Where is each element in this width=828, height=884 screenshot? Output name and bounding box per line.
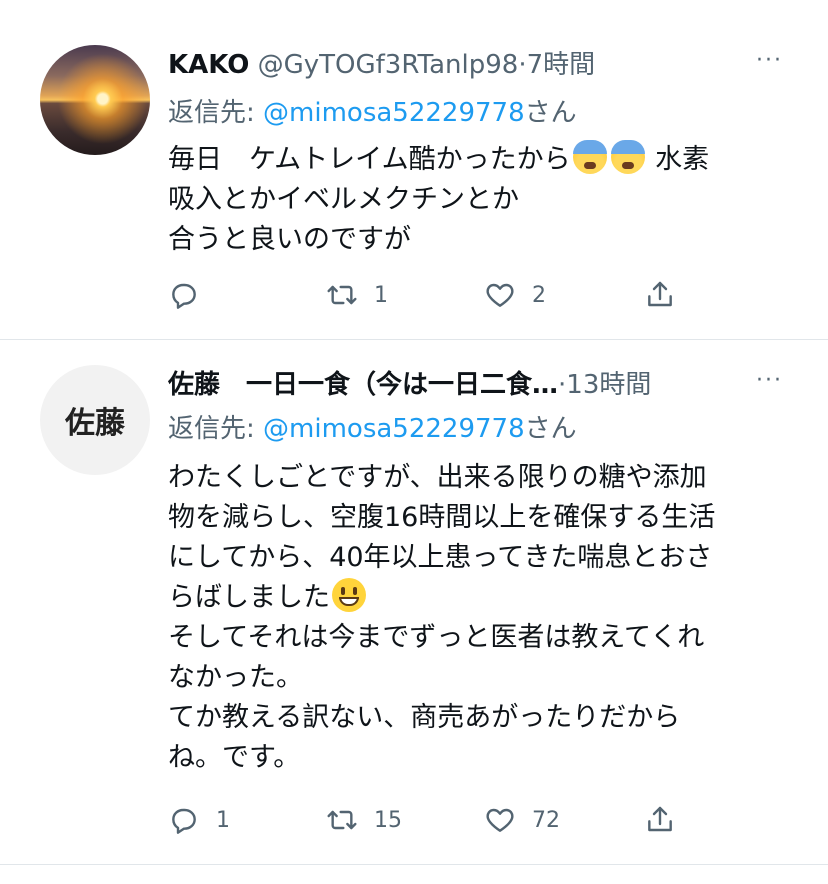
mention-link[interactable]: @mimosa52229778 xyxy=(263,414,525,444)
tweet-header: 佐藤 一日一食（今は一日二食…·13時間 xyxy=(168,364,651,401)
retweet-count: 1 xyxy=(374,282,388,308)
reply-button[interactable] xyxy=(168,275,216,315)
retweet-button[interactable]: 1 xyxy=(326,275,388,315)
share-button[interactable] xyxy=(644,800,676,840)
like-button[interactable]: 72 xyxy=(484,800,560,840)
reply-to-label: 返信先: xyxy=(168,98,264,128)
divider xyxy=(0,339,828,340)
grinning-face-emoji-icon xyxy=(332,578,366,612)
like-count: 72 xyxy=(532,807,560,833)
user-handle[interactable]: @GyTOGf3RTanlp98 xyxy=(258,50,519,80)
body-line: わたくしごとですが、出来る限りの糖や添加 xyxy=(168,462,707,493)
timestamp[interactable]: 13時間 xyxy=(566,370,651,400)
reply-to-suffix: さん xyxy=(524,414,577,444)
fearful-face-emoji-icon xyxy=(572,140,607,174)
share-icon xyxy=(648,806,672,832)
avatar[interactable] xyxy=(40,45,150,155)
heart-icon xyxy=(486,808,514,832)
tweet-header: KAKO @GyTOGf3RTanlp98·7時間 xyxy=(168,44,595,81)
body-line: 物を減らし、空腹16時間以上を確保する生活 xyxy=(168,502,716,533)
body-line: にしてから、40年以上患ってきた喘息とおさ xyxy=(168,542,713,573)
reply-icon xyxy=(172,808,196,834)
reply-to-suffix: さん xyxy=(524,98,577,128)
reply-to: 返信先: @mimosa52229778さん xyxy=(168,408,577,445)
divider xyxy=(0,864,828,865)
reply-button[interactable]: 1 xyxy=(168,800,230,840)
retweet-button[interactable]: 15 xyxy=(326,800,402,840)
mention-link[interactable]: @mimosa52229778 xyxy=(263,98,525,128)
reply-count: 1 xyxy=(216,807,230,833)
share-icon xyxy=(648,281,672,307)
retweet-count: 15 xyxy=(374,807,402,833)
more-options-icon[interactable]: ··· xyxy=(756,48,783,73)
retweet-icon xyxy=(327,285,357,305)
display-name[interactable]: 佐藤 一日一食（今は一日二食… xyxy=(168,370,558,400)
body-line: てか教える訳ない、商売あがったりだから xyxy=(168,702,681,733)
reply-to-label: 返信先: xyxy=(168,414,264,444)
reply-icon xyxy=(172,283,196,309)
tweet-body: わたくしごとですが、出来る限りの糖や添加 物を減らし、空腹16時間以上を確保する… xyxy=(168,458,715,778)
body-line: ね。です。 xyxy=(168,742,301,773)
timestamp[interactable]: 7時間 xyxy=(527,50,596,80)
heart-icon xyxy=(486,283,514,307)
body-line: 吸入とかイベルメクチンとか xyxy=(168,184,519,215)
display-name[interactable]: KAKO xyxy=(168,50,249,80)
separator-dot: · xyxy=(518,50,527,80)
tweet-1[interactable]: KAKO @GyTOGf3RTanlp98·7時間 ··· 返信先: @mimo… xyxy=(0,0,828,339)
reply-to: 返信先: @mimosa52229778さん xyxy=(168,92,577,129)
body-line: 水素 xyxy=(655,144,710,175)
more-options-icon[interactable]: ··· xyxy=(756,368,783,393)
like-count: 2 xyxy=(532,282,546,308)
tweet-body: 毎日 ケムトレイム酷かったから 水素 吸入とかイベルメクチンとか 合うと良いので… xyxy=(168,140,709,260)
like-button[interactable]: 2 xyxy=(484,275,546,315)
share-button[interactable] xyxy=(644,275,676,315)
body-line: 毎日 ケムトレイム酷かったから xyxy=(168,144,571,175)
fearful-face-emoji-icon xyxy=(610,140,645,174)
body-line: なかった。 xyxy=(168,662,303,693)
action-bar: 1 2 xyxy=(168,275,688,315)
body-line: 合うと良いのですが xyxy=(168,224,411,255)
retweet-icon xyxy=(327,810,357,830)
body-line: らばしました xyxy=(168,582,330,613)
action-bar: 1 15 72 xyxy=(168,800,688,840)
body-line: そしてそれは今までずっと医者は教えてくれ xyxy=(168,622,705,653)
avatar[interactable]: 佐藤 xyxy=(40,365,150,475)
